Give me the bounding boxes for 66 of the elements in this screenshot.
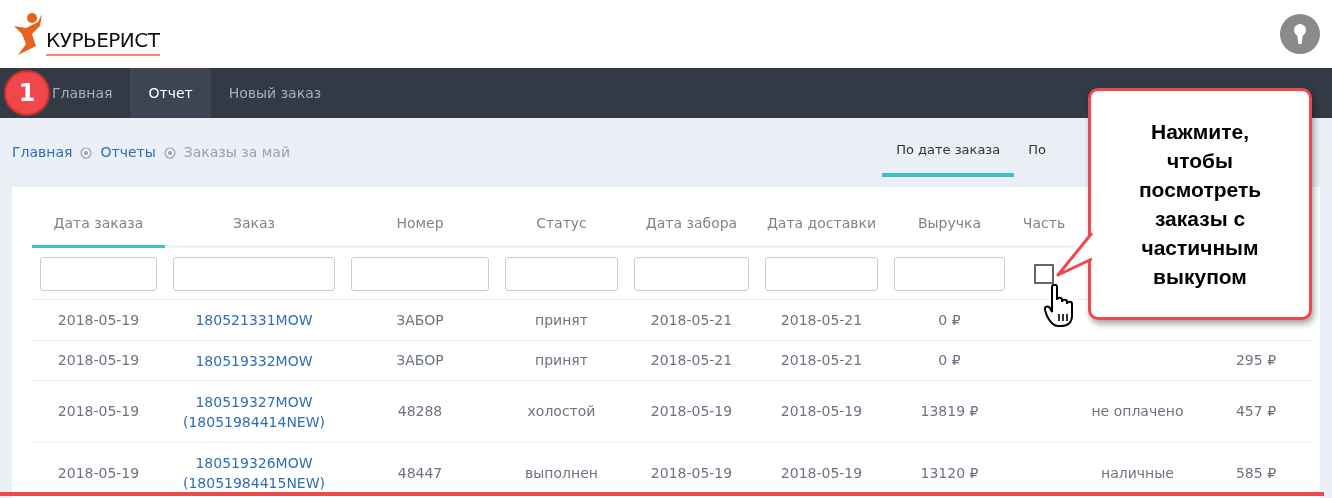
date-cell-text: 2018-05-19 (57, 310, 140, 330)
filter-field[interactable] (505, 256, 618, 291)
number-cell-text: ЗАБОР (396, 310, 444, 330)
sort-tab[interactable]: По (1014, 139, 1060, 177)
status-cell-text: выполнен (525, 463, 598, 483)
column-header[interactable]: Дата забора (626, 213, 757, 248)
revenue-cell-text: 13819 ₽ (920, 402, 979, 421)
delivery-date-cell-text: 2018-05-21 (780, 310, 863, 330)
callout-text: Нажмите, чтобы посмотреть заказы с частичным выкупом (1137, 119, 1263, 290)
filter-field[interactable] (351, 256, 489, 291)
column-header[interactable]: Часть (1013, 213, 1075, 248)
pickup-date-cell-text: 2018-05-21 (650, 351, 733, 370)
order-link[interactable]: (18051984414NEW) (182, 411, 326, 432)
pickup-date-cell-text: 2018-05-19 (650, 463, 733, 483)
filter-field[interactable] (765, 256, 878, 291)
filter-field[interactable] (173, 256, 335, 291)
column-header[interactable]: Дата доставки (757, 213, 886, 248)
filter-field[interactable] (894, 256, 1005, 291)
step-badge: 1 (4, 70, 50, 116)
number-cell-text: 48288 (397, 402, 443, 421)
order-link[interactable]: (18051984415NEW) (182, 473, 326, 493)
breadcrumb-link[interactable]: Отчеты (100, 142, 156, 163)
price-cell-text: 457 ₽ (1235, 402, 1277, 421)
delivery-date-cell-text: 2018-05-21 (780, 351, 863, 370)
delivery-date-cell-text: 2018-05-19 (780, 463, 863, 483)
breadcrumb-separator-icon (163, 146, 176, 159)
column-header[interactable]: Выручка (886, 213, 1013, 248)
filter-field[interactable] (40, 256, 157, 291)
logo-icon (12, 12, 44, 56)
date-cell-text: 2018-05-19 (57, 463, 140, 483)
number-cell-text: 48447 (397, 463, 443, 483)
breadcrumb-separator-icon (80, 146, 93, 159)
logo-text: КУРЬЕРИСТ (46, 28, 160, 56)
price-cell-text: 585 ₽ (1235, 463, 1277, 483)
status-cell-text: холостой (527, 402, 596, 421)
date-cell-text: 2018-05-19 (57, 402, 140, 421)
sort-tab[interactable]: По дате заказа (882, 139, 1015, 177)
order-link[interactable]: 180521331MOW (195, 310, 313, 330)
order-link[interactable]: 180519332MOW (195, 350, 313, 371)
column-header[interactable]: Номер (343, 213, 497, 248)
status-cell-text: принят (535, 351, 588, 370)
filter-field[interactable] (634, 256, 749, 291)
pickup-date-cell-text: 2018-05-21 (650, 310, 733, 330)
user-avatar-icon[interactable] (1280, 14, 1320, 54)
payment-cell-text: не оплачено (1091, 402, 1184, 421)
breadcrumb-current: Заказы за май (183, 143, 291, 162)
breadcrumb-link[interactable]: Главная (12, 142, 73, 163)
status-cell-text: принят (535, 310, 588, 330)
price-cell-text: 295 ₽ (1235, 351, 1277, 370)
payment-cell-text: наличные (1101, 463, 1174, 483)
revenue-cell-text: 13120 ₽ (920, 463, 979, 483)
delivery-date-cell-text: 2018-05-19 (780, 402, 863, 421)
date-cell-text: 2018-05-19 (57, 351, 140, 370)
order-link[interactable]: 180519327MOW (195, 391, 313, 412)
column-header[interactable]: Статус (497, 213, 626, 248)
revenue-cell-text: 0 ₽ (938, 351, 961, 370)
column-header[interactable]: Заказ (165, 213, 343, 248)
pickup-date-cell-text: 2018-05-19 (650, 402, 733, 421)
column-header[interactable]: Дата заказа (32, 213, 165, 248)
filter-checkbox[interactable] (1034, 263, 1054, 284)
nav-tab[interactable]: Отчет (130, 68, 211, 118)
number-cell-text: ЗАБОР (396, 351, 444, 370)
revenue-cell-text: 0 ₽ (938, 310, 961, 330)
nav-tab[interactable]: Новый заказ (210, 68, 340, 118)
order-link[interactable]: 180519326MOW (195, 453, 313, 473)
nav-tab[interactable]: Главная (52, 68, 131, 118)
